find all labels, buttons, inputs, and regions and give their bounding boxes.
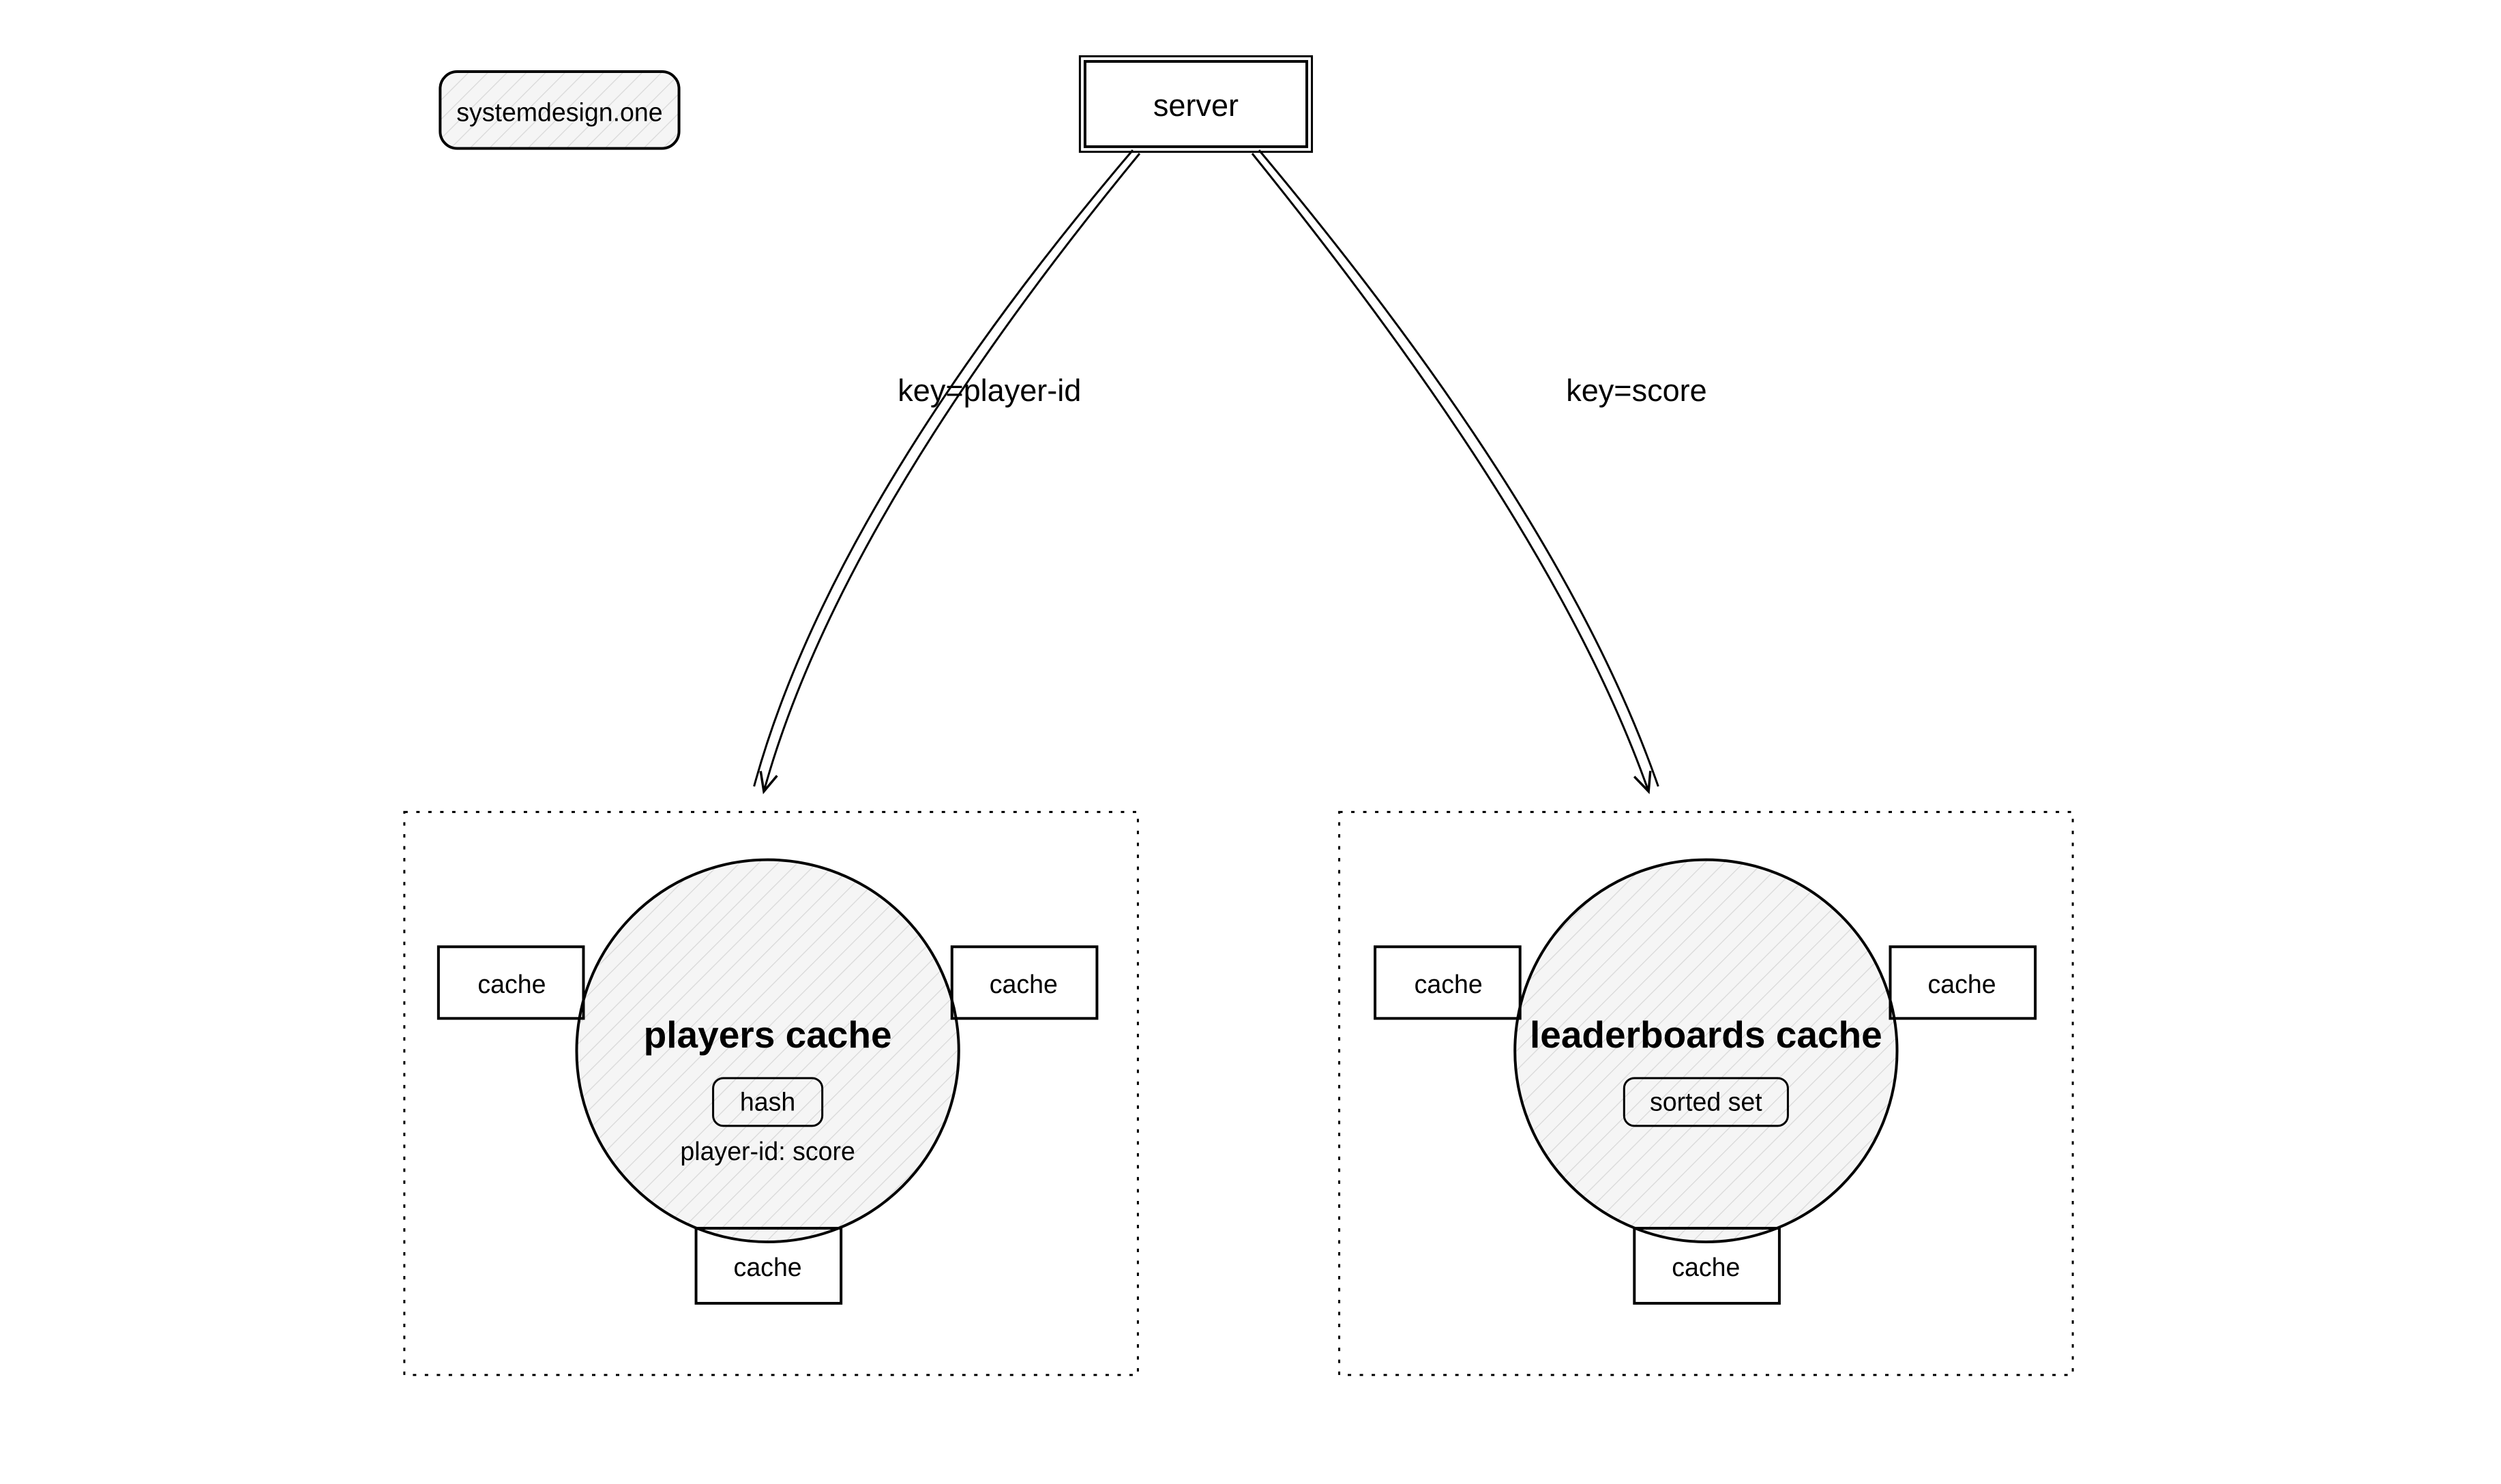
- arrow-left-label: key=player-id: [898, 373, 1081, 408]
- players-circle-title: players cache: [644, 1013, 892, 1056]
- leaderboards-circle-title: leaderboards cache: [1530, 1013, 1882, 1056]
- diagram-canvas: systemdesign.one server key=player-id ke…: [0, 0, 2501, 1484]
- players-cache-node-nw: cache: [439, 947, 584, 1018]
- svg-text:cache: cache: [1415, 970, 1483, 998]
- arrow-to-players: key=player-id: [754, 150, 1140, 790]
- svg-text:cache: cache: [477, 970, 546, 998]
- svg-text:cache: cache: [734, 1253, 802, 1281]
- server-node: server: [1080, 57, 1312, 152]
- leaderboards-badge: sorted set: [1650, 1087, 1762, 1116]
- server-label: server: [1153, 88, 1239, 123]
- players-subtext: player-id: score: [680, 1137, 855, 1166]
- players-cache-node-ne: cache: [952, 947, 1097, 1018]
- leaderboards-cache-node-ne: cache: [1891, 947, 2036, 1018]
- svg-text:cache: cache: [1672, 1253, 1740, 1281]
- watermark-text: systemdesign.one: [456, 98, 662, 127]
- leaderboards-cache-node-nw: cache: [1375, 947, 1520, 1018]
- players-cluster: players cache hash player-id: score cach…: [404, 812, 1138, 1375]
- leaderboards-cluster: leaderboards cache sorted set cache cach…: [1340, 812, 2073, 1375]
- arrow-right-label: key=score: [1566, 373, 1706, 408]
- watermark-badge: systemdesign.one: [440, 72, 679, 149]
- svg-text:cache: cache: [990, 970, 1058, 998]
- players-badge: hash: [740, 1087, 795, 1116]
- svg-text:cache: cache: [1928, 970, 1996, 998]
- arrow-to-leaderboards: key=score: [1252, 150, 1707, 790]
